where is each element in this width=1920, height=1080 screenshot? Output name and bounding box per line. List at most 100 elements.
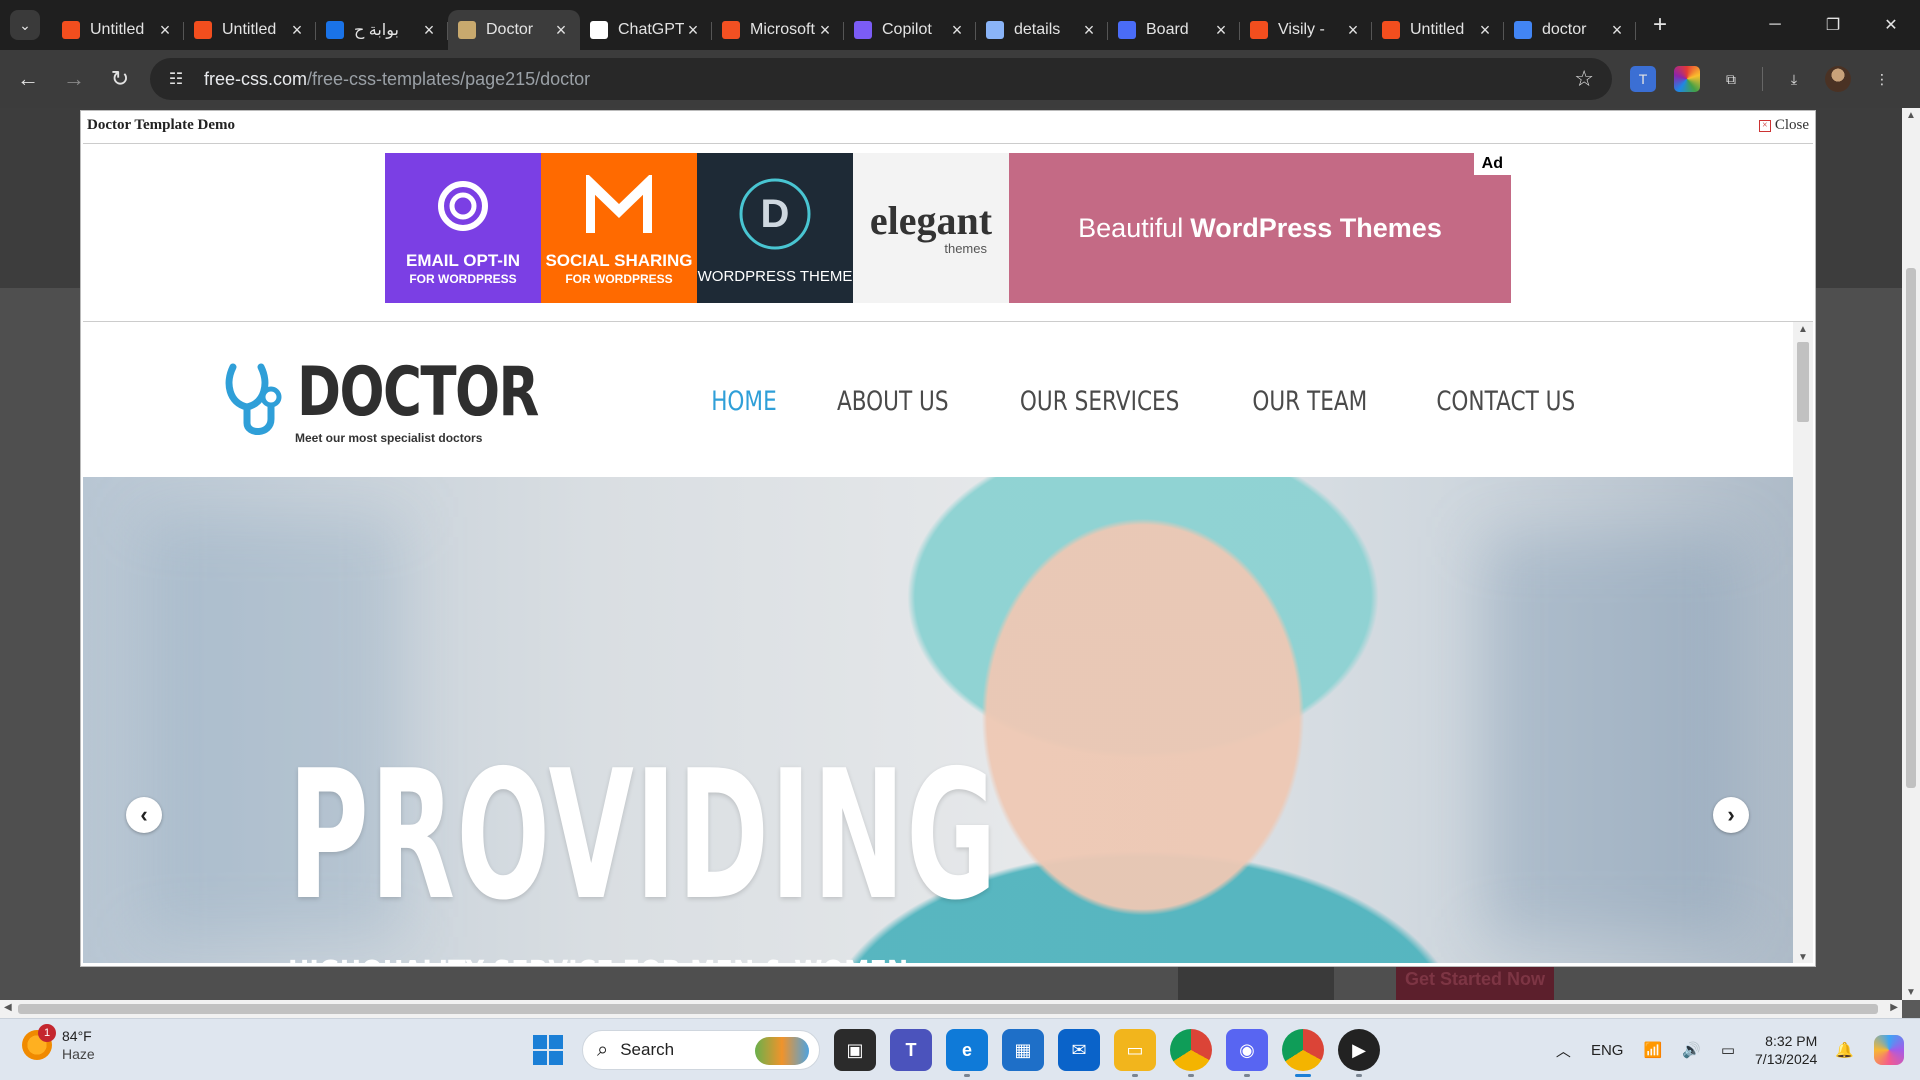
edge-icon[interactable]: e [946, 1029, 988, 1077]
frame-vertical-scrollbar[interactable]: ▲ ▼ [1793, 322, 1813, 963]
scroll-left-arrow-icon[interactable]: ◀ [4, 1002, 12, 1013]
browser-tab[interactable]: ChatGPT × [580, 10, 712, 50]
tab-close-icon[interactable]: × [1212, 20, 1230, 41]
slider-next-button[interactable]: › [1713, 797, 1749, 833]
browser-tab[interactable]: Visily - × [1240, 10, 1372, 50]
divi-logo-icon: D [739, 178, 811, 250]
profile-avatar[interactable] [1825, 66, 1851, 92]
site-info-icon[interactable]: ☷ [162, 69, 190, 89]
forward-button[interactable]: → [56, 61, 92, 97]
scroll-up-arrow-icon[interactable]: ▲ [1793, 324, 1813, 335]
site-logo[interactable]: DOCTOR Meet our most specialist doctors [223, 359, 606, 445]
volume-icon[interactable]: 🔊 [1682, 1041, 1701, 1059]
translate-extension-icon[interactable]: T [1630, 66, 1656, 92]
tab-close-icon[interactable]: × [1344, 20, 1362, 41]
ad-headline-panel[interactable]: Beautiful WordPress Themes Ad [1009, 153, 1511, 303]
scroll-down-arrow-icon[interactable]: ▼ [1793, 952, 1813, 963]
browser-tab[interactable]: Untitled × [52, 10, 184, 50]
language-indicator[interactable]: ENG [1591, 1042, 1624, 1059]
tab-close-icon[interactable]: × [1608, 20, 1626, 41]
bookmark-star-icon[interactable]: ☆ [1574, 66, 1594, 92]
back-button[interactable]: ← [10, 61, 46, 97]
ad-badge[interactable]: Ad [1473, 153, 1511, 175]
page-horizontal-scrollbar[interactable]: ◀ ▶ [0, 1000, 1902, 1018]
color-extension-icon[interactable] [1674, 66, 1700, 92]
ad-tile-elegant-themes[interactable]: elegant themes [853, 153, 1009, 303]
window-controls: ─ ❐ ✕ [1746, 0, 1920, 50]
restore-button[interactable]: ❐ [1804, 0, 1862, 50]
copilot-icon[interactable] [1874, 1035, 1904, 1065]
tab-close-icon[interactable]: × [420, 20, 438, 41]
chrome-profile-icon[interactable] [1170, 1029, 1212, 1077]
tab-search-button[interactable]: ⌄ [10, 10, 40, 40]
lightbox-close-button[interactable]: × Close [1758, 117, 1809, 134]
nav-about-us[interactable]: ABOUT US [837, 386, 949, 417]
slider-prev-button[interactable]: ‹ [126, 797, 162, 833]
scroll-right-arrow-icon[interactable]: ▶ [1890, 1002, 1898, 1013]
address-bar[interactable]: ☷ free-css.com/free-css-templates/page21… [150, 58, 1612, 100]
tab-close-icon[interactable]: × [684, 20, 702, 41]
nav-our-team[interactable]: OUR TEAM [1252, 386, 1367, 417]
clock[interactable]: 8:32 PM 7/13/2024 [1755, 1032, 1817, 1068]
browser-tab[interactable]: details × [976, 10, 1108, 50]
browser-tab[interactable]: بوابة ح × [316, 10, 448, 50]
discord-icon[interactable]: ◉ [1226, 1029, 1268, 1077]
scroll-down-arrow-icon[interactable]: ▼ [1902, 987, 1920, 998]
task-view-icon[interactable]: ▣ [834, 1029, 876, 1071]
nav-our-services[interactable]: OUR SERVICES [1020, 386, 1179, 417]
page-vertical-scrollbar[interactable]: ▲ ▼ [1902, 108, 1920, 1000]
browser-tab[interactable]: Untitled × [184, 10, 316, 50]
nav-home[interactable]: HOME [711, 386, 777, 417]
browser-tab[interactable]: Doctor × [448, 10, 580, 50]
template-preview-frame: DOCTOR Meet our most specialist doctors … [83, 321, 1813, 963]
tab-close-icon[interactable]: × [552, 20, 570, 41]
frame-scrollbar-thumb[interactable] [1797, 342, 1809, 422]
start-button[interactable] [528, 1030, 568, 1070]
battery-icon[interactable]: ▭ [1721, 1041, 1735, 1059]
ad-banner[interactable]: EMAIL OPT-IN FOR WORDPRESS SOCIAL SHARIN… [385, 153, 1511, 303]
wifi-icon[interactable]: 📶 [1643, 1041, 1662, 1059]
tab-close-icon[interactable]: × [288, 20, 306, 41]
close-icon: × [1758, 119, 1771, 132]
media-player-icon[interactable]: ▶ [1338, 1029, 1380, 1077]
tray-overflow-chevron-icon[interactable]: ︿ [1556, 1040, 1571, 1061]
browser-tab[interactable]: doctor × [1504, 10, 1636, 50]
url-text[interactable]: free-css.com/free-css-templates/page215/… [204, 69, 590, 90]
tab-close-icon[interactable]: × [816, 20, 834, 41]
hscrollbar-thumb[interactable] [18, 1004, 1878, 1014]
new-tab-button[interactable]: + [1642, 11, 1678, 39]
weather-widget[interactable]: 1 84°F Haze [22, 1024, 95, 1063]
nav-contact-us[interactable]: CONTACT US [1437, 386, 1576, 417]
hero-slider: PROVIDING HIGHQUALITY SERVICE FOR MEN & … [83, 477, 1793, 963]
download-icon[interactable]: ⤓ [1781, 66, 1807, 92]
mail-icon[interactable]: ✉ [1058, 1029, 1100, 1071]
taskbar-search[interactable]: ⌕ Search [582, 1030, 820, 1070]
reload-button[interactable]: ↻ [102, 61, 138, 97]
notification-bell-icon[interactable]: 🔔 [1835, 1041, 1854, 1059]
browser-tab[interactable]: Untitled × [1372, 10, 1504, 50]
puzzle-extensions-icon[interactable]: ⧉ [1718, 66, 1744, 92]
ad-tile-social-sharing[interactable]: SOCIAL SHARING FOR WORDPRESS [541, 153, 697, 303]
file-explorer-icon[interactable]: ▭ [1114, 1029, 1156, 1077]
teams-icon[interactable]: T [890, 1029, 932, 1071]
menu-kebab-icon[interactable]: ⋮ [1869, 66, 1895, 92]
browser-tab[interactable]: Board × [1108, 10, 1240, 50]
scrollbar-thumb[interactable] [1906, 268, 1916, 788]
chrome-icon[interactable] [1282, 1029, 1324, 1077]
scroll-up-arrow-icon[interactable]: ▲ [1902, 110, 1920, 121]
tab-close-icon[interactable]: × [1476, 20, 1494, 41]
tab-close-icon[interactable]: × [1080, 20, 1098, 41]
minimize-button[interactable]: ─ [1746, 0, 1804, 50]
tab-close-icon[interactable]: × [948, 20, 966, 41]
browser-tab[interactable]: Microsoft × [712, 10, 844, 50]
store-icon[interactable]: ▦ [1002, 1029, 1044, 1071]
ad-tile-divi-theme[interactable]: D WORDPRESS THEME [697, 153, 853, 303]
close-window-button[interactable]: ✕ [1862, 0, 1920, 50]
windows-logo-icon [533, 1051, 547, 1065]
tab-close-icon[interactable]: × [156, 20, 174, 41]
bloom-logo-icon [438, 181, 488, 231]
browser-tab[interactable]: Copilot × [844, 10, 976, 50]
clock-time: 8:32 PM [1765, 1033, 1818, 1049]
board-icon [1118, 21, 1136, 39]
ad-tile-email-optin[interactable]: EMAIL OPT-IN FOR WORDPRESS [385, 153, 541, 303]
